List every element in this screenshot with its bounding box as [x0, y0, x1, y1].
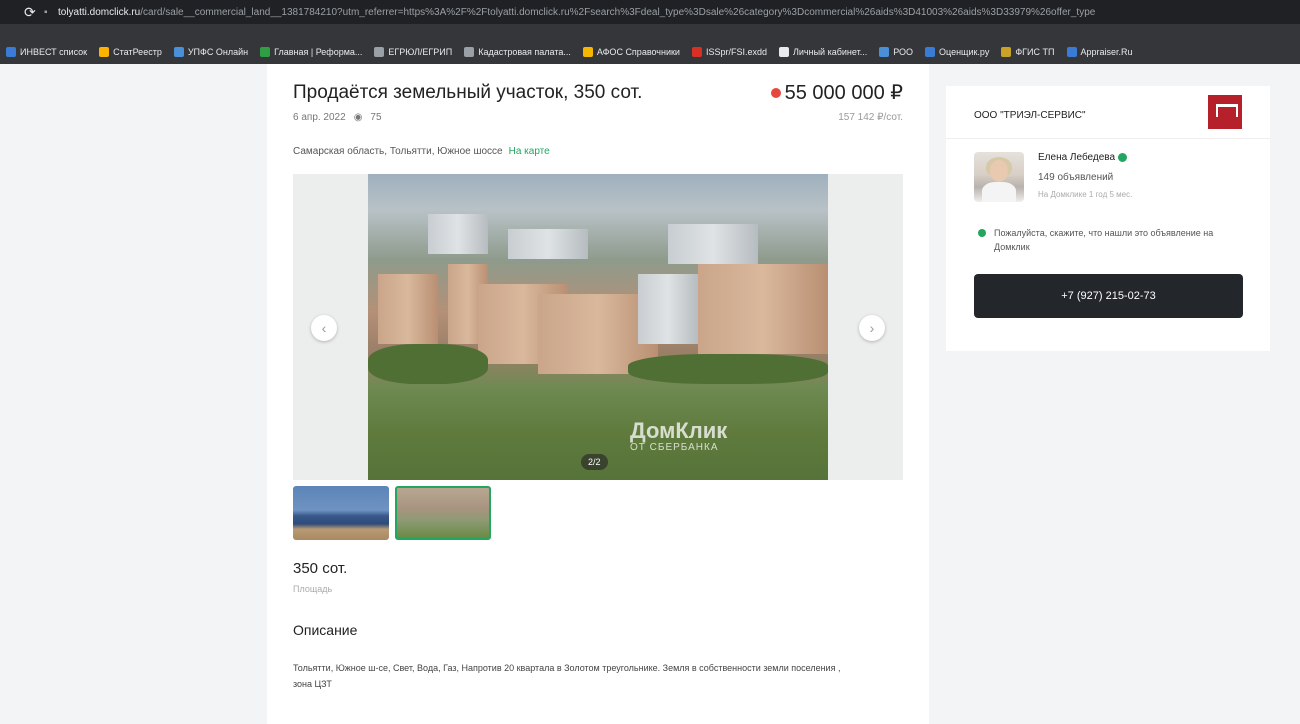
listing-meta: 6 апр. 2022 ◉ 75 — [293, 112, 382, 123]
bookmark-label: Appraiser.Ru — [1080, 47, 1133, 57]
photo-building — [698, 264, 828, 354]
listing-address: Самарская область, Тольятти, Южное шоссе… — [293, 146, 550, 157]
seller-card: ООО "ТРИЭЛ-СЕРВИС" Елена Лебедева 149 об… — [946, 86, 1270, 351]
bookmark-item[interactable]: Appraiser.Ru — [1066, 47, 1133, 57]
address-text: Самарская область, Тольятти, Южное шоссе — [293, 146, 503, 157]
agent-ads-count[interactable]: 149 объявлений — [1038, 172, 1113, 183]
bookmark-item[interactable]: РОО — [879, 47, 913, 57]
listing-price: 55 000 000 ₽ — [770, 80, 903, 105]
price-per-unit: 157 142 ₽/сот. — [838, 112, 903, 123]
photo-trees — [628, 354, 828, 384]
hint-text: Пожалуйста, скажите, что нашли это объяв… — [994, 228, 1214, 252]
bookmark-favicon-icon — [691, 47, 702, 57]
bookmark-label: ISSpr/FSI.exdd — [705, 47, 767, 57]
bookmark-item[interactable]: ЕГРЮЛ/ЕГРИП — [374, 47, 452, 57]
bookmark-label: СтатРеестр — [113, 47, 162, 57]
main-photo[interactable]: ДомКлик ОТ СБЕРБАНКА — [368, 174, 828, 480]
divider — [946, 138, 1270, 139]
bookmark-label: РОО — [893, 47, 914, 57]
bookmark-item[interactable]: ISSpr/FSI.exdd — [691, 47, 767, 57]
bookmark-label: Кадастровая палата... — [478, 47, 571, 57]
info-icon — [978, 229, 986, 237]
photo-building — [508, 229, 588, 259]
chevron-left-icon: ‹ — [321, 320, 327, 336]
photo-building — [378, 274, 438, 344]
url-text[interactable]: tolyatti.domclick.ru/card/sale__commerci… — [58, 7, 1278, 18]
bookmark-item[interactable]: СтатРеестр — [99, 47, 162, 57]
photo-trees — [368, 344, 488, 384]
bookmark-favicon-icon — [464, 47, 475, 57]
watermark-logo: ДомКлик ОТ СБЕРБАНКА — [630, 418, 727, 453]
bookmark-label: ИНВЕСТ список — [20, 47, 88, 57]
bookmark-label: УПФС Онлайн — [187, 47, 249, 57]
bookmark-favicon-icon — [260, 47, 271, 57]
bookmark-item[interactable]: ФГИС ТП — [1001, 47, 1055, 57]
eye-icon: ◉ — [353, 112, 363, 123]
price-indicator-icon — [770, 87, 781, 98]
next-photo-button[interactable]: › — [859, 315, 885, 341]
thumbnail-1[interactable] — [293, 486, 389, 540]
agency-logo[interactable] — [1208, 95, 1242, 129]
description-heading: Описание — [293, 622, 358, 638]
bookmark-item[interactable]: Оценщик.ру — [925, 47, 989, 57]
listing-title: Продаётся земельный участок, 350 сот. — [293, 82, 643, 103]
agent-since: На Домклике 1 год 5 мес. — [1038, 190, 1133, 199]
agent-name-text: Елена Лебедева — [1038, 152, 1116, 163]
phone-button[interactable]: +7 (927) 215-02-73 — [974, 274, 1243, 318]
bookmark-label: АФОС Справочники — [596, 47, 680, 57]
bookmark-favicon-icon — [879, 47, 890, 57]
photo-building — [428, 214, 488, 254]
bookmark-label: ФГИС ТП — [1015, 47, 1055, 57]
bookmark-favicon-icon — [779, 47, 789, 57]
lock-icon: ▪ — [44, 6, 48, 18]
photo-building — [638, 274, 698, 344]
publish-date: 6 апр. 2022 — [293, 112, 346, 123]
listing-card: Продаётся земельный участок, 350 сот. 55… — [267, 64, 929, 724]
verified-icon — [1118, 153, 1128, 162]
price-value: 55 000 000 ₽ — [784, 82, 903, 104]
watermark-subtext: ОТ СБЕРБАНКА — [630, 442, 719, 453]
bookmark-item[interactable]: Главная | Реформа... — [260, 47, 362, 57]
prev-photo-button[interactable]: ‹ — [311, 315, 337, 341]
bookmark-label: Оценщик.ру — [939, 47, 990, 57]
chevron-right-icon: › — [869, 320, 875, 336]
agency-name[interactable]: ООО "ТРИЭЛ-СЕРВИС" — [974, 110, 1086, 121]
thumbnail-2-selected[interactable] — [395, 486, 491, 540]
tab-strip — [0, 24, 1300, 40]
bookmark-favicon-icon — [582, 47, 593, 57]
photo-building — [668, 224, 758, 264]
bookmark-item[interactable]: ИНВЕСТ список — [6, 47, 87, 57]
bookmark-item[interactable]: Личный кабинет... — [779, 47, 867, 57]
reload-icon[interactable]: ⟳ — [24, 4, 44, 21]
photo-gallery: ДомКлик ОТ СБЕРБАНКА 2/2 ‹ › — [293, 174, 903, 480]
bookmark-favicon-icon — [925, 47, 936, 57]
bookmark-item[interactable]: АФОС Справочники — [582, 47, 680, 57]
watermark-text: ДомКлик — [630, 418, 728, 443]
bookmark-favicon-icon — [374, 47, 385, 57]
bookmark-label: ЕГРЮЛ/ЕГРИП — [388, 47, 453, 57]
views-count: 75 — [370, 112, 382, 123]
avatar[interactable] — [974, 152, 1024, 202]
agent-name[interactable]: Елена Лебедева — [1038, 152, 1128, 163]
bookmark-item[interactable]: Кадастровая палата... — [464, 47, 571, 57]
area-value: 350 сот. — [293, 560, 348, 577]
map-link[interactable]: На карте — [509, 146, 550, 157]
bookmark-favicon-icon — [99, 47, 110, 57]
bookmark-label: Личный кабинет... — [793, 47, 868, 57]
bookmark-favicon-icon — [1066, 47, 1077, 57]
bookmark-favicon-icon — [173, 47, 184, 57]
bookmark-favicon-icon — [1001, 47, 1012, 57]
bookmark-favicon-icon — [6, 47, 16, 57]
area-label: Площадь — [293, 584, 333, 594]
thumbnail-strip — [293, 486, 491, 540]
bookmark-item[interactable]: УПФС Онлайн — [173, 47, 249, 57]
photo-counter: 2/2 — [581, 454, 608, 470]
bookmark-label: Главная | Реформа... — [274, 47, 363, 57]
description-text: Тольятти, Южное ш-се, Свет, Вода, Газ, Н… — [293, 663, 841, 689]
address-bar[interactable]: ⟳ ▪ tolyatti.domclick.ru/card/sale__comm… — [0, 0, 1300, 24]
contact-hint: Пожалуйста, скажите, что нашли это объяв… — [978, 226, 1228, 254]
bookmarks-bar: ИНВЕСТ список СтатРеестр УПФС Онлайн Главна… — [0, 40, 1300, 64]
